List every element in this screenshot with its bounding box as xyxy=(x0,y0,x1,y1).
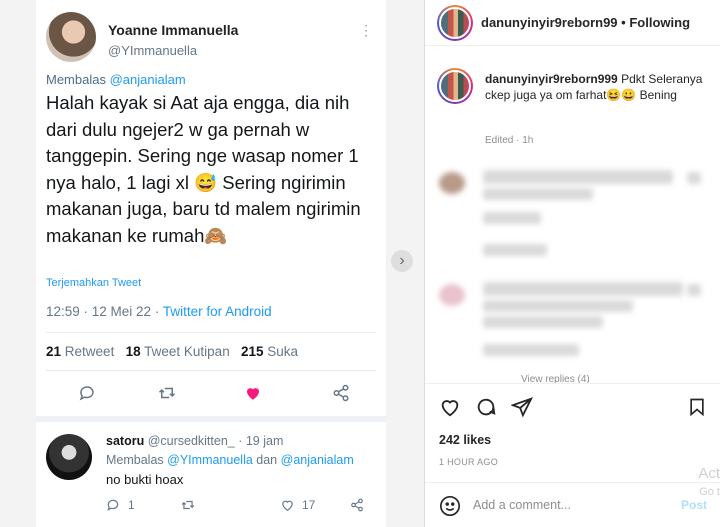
tweet-timestamp: 12:59 · 12 Mei 22 · Twitter for Android xyxy=(46,304,272,319)
blurred-avatar xyxy=(439,172,465,194)
reply-replying-to: Membalas @YImmanuella dan @anjanialam xyxy=(106,453,354,467)
avatar[interactable] xyxy=(437,68,473,104)
blurred-comment xyxy=(483,170,673,184)
heart-icon xyxy=(280,498,295,515)
avatar[interactable] xyxy=(437,5,473,41)
post-header: danunyinyir9reborn99 • Following xyxy=(425,0,720,46)
blurred-like xyxy=(687,172,701,184)
tweet-display-name: Yoanne Immanuella xyxy=(108,22,239,38)
translate-link: Terjemahkan Tweet xyxy=(46,277,142,289)
bookmark-icon[interactable] xyxy=(687,396,707,423)
post-time: 1 HOUR AGO xyxy=(439,457,499,467)
avatar xyxy=(46,12,96,62)
like-icon[interactable] xyxy=(439,396,461,423)
reply-header: satoru @cursedkitten_ · 19 jam xyxy=(106,434,284,448)
reply-icon xyxy=(106,498,120,515)
tweet-source: Twitter for Android xyxy=(162,304,272,319)
share-icon xyxy=(350,498,364,515)
post-username[interactable]: danunyinyir9reborn99 xyxy=(481,15,618,30)
reply-tweet: satoru @cursedkitten_ · 19 jam Membalas … xyxy=(36,416,386,527)
blurred-comment xyxy=(483,344,579,356)
reply-body: no bukti hoax xyxy=(106,472,184,487)
tweet-stats: 21 Retweet 18 Tweet Kutipan 215 Suka xyxy=(46,344,299,359)
tweet-replying-to: Membalas @anjanialam xyxy=(46,72,186,87)
activation-watermark: Act xyxy=(698,465,720,482)
blurred-comment xyxy=(483,212,541,224)
blurred-comment xyxy=(483,188,593,200)
caption: danunyinyir9reborn999 Pdkt Seleranya cke… xyxy=(485,72,710,103)
post-sidebar: danunyinyir9reborn99 • Following danunyi… xyxy=(424,0,720,527)
comment-input[interactable]: Add a comment... xyxy=(473,498,571,512)
blurred-comment xyxy=(483,244,547,256)
tweet-actions xyxy=(46,382,376,406)
heart-icon xyxy=(242,382,264,404)
retweet-icon xyxy=(156,382,178,404)
emoji-icon[interactable] xyxy=(439,495,461,522)
mention-link: @anjanialam xyxy=(109,72,186,87)
avatar xyxy=(46,434,92,480)
retweet-icon xyxy=(180,498,196,515)
blurred-avatar xyxy=(439,284,465,306)
header-separator: • xyxy=(621,15,626,30)
tweet-header: Yoanne Immanuella @YImmanuella ⋮ xyxy=(46,12,376,72)
divider xyxy=(46,332,376,333)
send-icon[interactable] xyxy=(510,396,533,423)
reply-icon xyxy=(76,382,98,404)
following-button[interactable]: Following xyxy=(629,15,690,30)
caption-username[interactable]: danunyinyir9reborn999 xyxy=(485,72,618,86)
more-icon: ⋮ xyxy=(359,22,373,38)
comment-icon[interactable] xyxy=(475,396,497,423)
tweet-card: Yoanne Immanuella @YImmanuella ⋮ Membala… xyxy=(36,0,386,527)
blurred-comment xyxy=(483,316,603,328)
chevron-right-icon[interactable]: › xyxy=(391,250,413,272)
blurred-comment xyxy=(483,282,683,296)
divider xyxy=(46,370,376,371)
likes-count[interactable]: 242 likes xyxy=(439,433,491,447)
activation-watermark: Go t xyxy=(699,486,720,498)
blurred-like xyxy=(687,284,701,296)
blurred-comment xyxy=(483,300,633,312)
share-icon xyxy=(330,382,352,404)
comment-bar: Add a comment... Post xyxy=(425,482,720,527)
post-actions xyxy=(425,383,720,433)
post-media: Yoanne Immanuella @YImmanuella ⋮ Membala… xyxy=(0,0,424,527)
tweet-handle: @YImmanuella xyxy=(108,43,198,58)
tweet-body: Halah kayak si Aat aja engga, dia nih da… xyxy=(46,92,361,246)
edited-label: Edited · 1h xyxy=(485,135,534,146)
post-button[interactable]: Post xyxy=(681,498,707,512)
